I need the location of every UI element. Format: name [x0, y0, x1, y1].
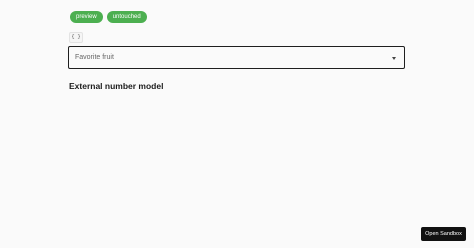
- status-badges: preview untouched: [70, 11, 147, 23]
- chevron-down-icon: [392, 57, 396, 60]
- preview-badge[interactable]: preview: [70, 11, 103, 23]
- select-label: Favorite fruit: [75, 54, 114, 61]
- page: preview untouched { } Favorite fruit Ext…: [0, 0, 474, 248]
- untouched-badge[interactable]: untouched: [106, 11, 147, 23]
- favorite-fruit-select[interactable]: Favorite fruit: [68, 46, 405, 69]
- open-sandbox-button[interactable]: Open Sandbox: [421, 227, 466, 241]
- code-icon: { }: [71, 34, 81, 40]
- section-heading: External number model: [69, 81, 164, 91]
- code-toggle-button[interactable]: { }: [69, 32, 83, 43]
